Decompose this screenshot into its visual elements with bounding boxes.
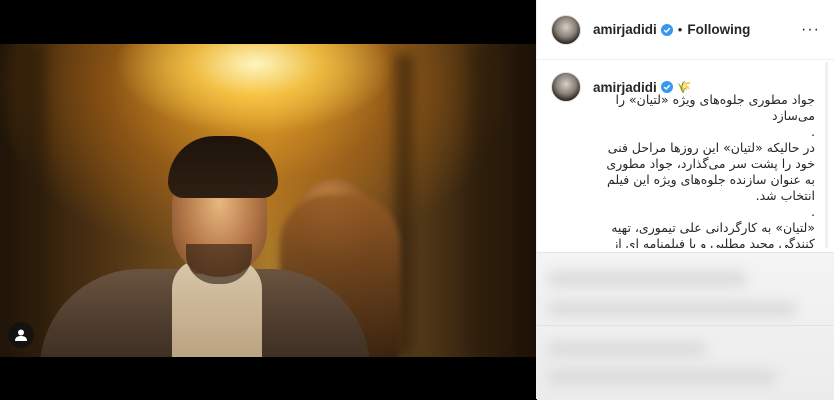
caption-scrollbar[interactable] [825, 62, 828, 248]
background-tree [20, 44, 46, 357]
caption-section: amirjadidi 🌾 جواد مطوری جلوه‌های ویژه «ل… [551, 72, 823, 248]
post-header: amirjadidi • Following ··· [537, 0, 834, 60]
separator-dot: • [677, 22, 683, 37]
man-hair [168, 136, 278, 198]
post-media-area [0, 0, 536, 399]
caption-text: جواد مطوری جلوه‌های ویژه «لتیان» را می‌س… [606, 92, 815, 248]
blurred-comments-section [537, 252, 834, 400]
following-button[interactable]: Following [687, 22, 750, 37]
more-options-icon[interactable]: ··· [801, 21, 820, 39]
blurred-comment [547, 369, 777, 385]
post-photo[interactable] [0, 44, 536, 357]
avatar[interactable] [551, 14, 581, 45]
post-side-panel: amirjadidi • Following ··· amirjadidi 🌾 … [536, 0, 834, 400]
user-tag-icon[interactable] [8, 322, 34, 348]
caption-avatar[interactable] [551, 72, 581, 102]
blurred-comment [547, 271, 747, 287]
background-tree [470, 44, 502, 357]
divider [537, 325, 834, 326]
blurred-comment [547, 341, 707, 357]
verified-badge-icon [660, 23, 673, 36]
blurred-comment [547, 301, 797, 317]
header-username[interactable]: amirjadidi [593, 22, 657, 37]
